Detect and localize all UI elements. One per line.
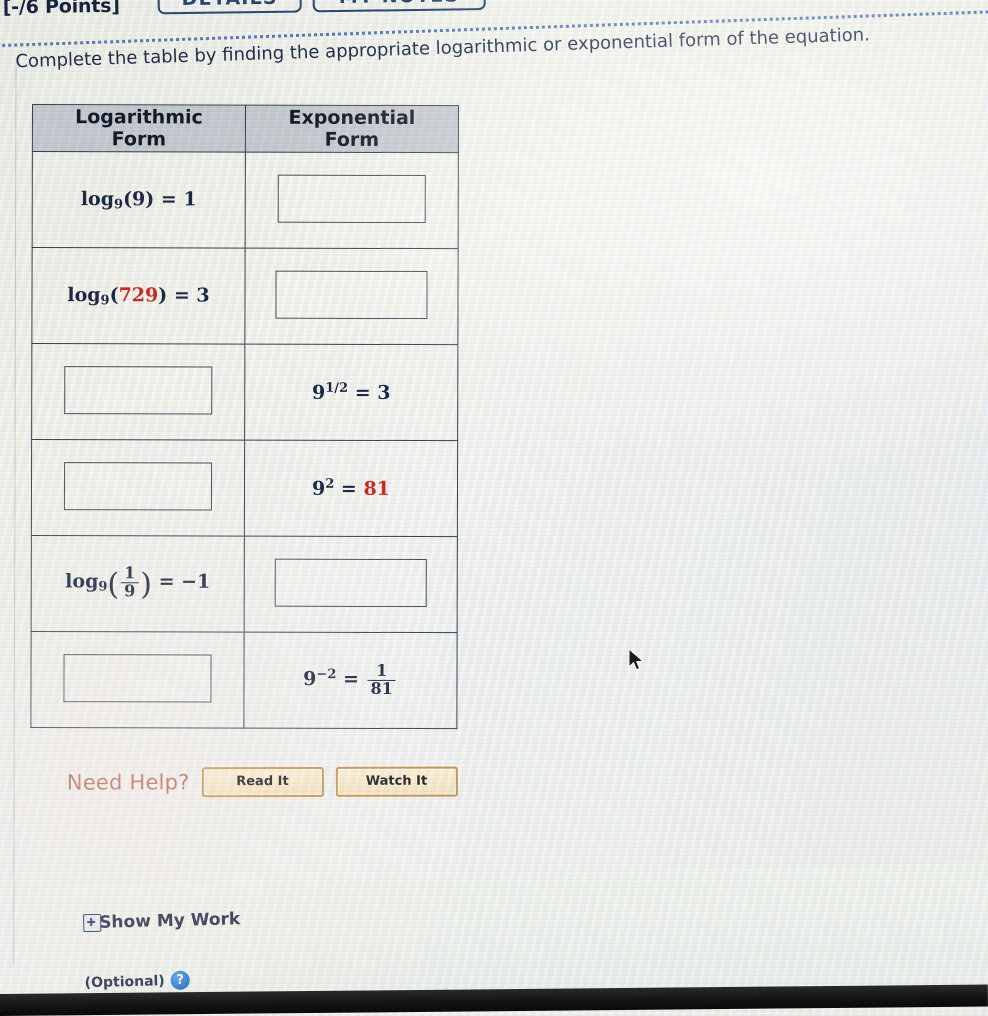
answer-input-logarithmic-3[interactable] [64,365,213,414]
details-button[interactable]: DETAILS [157,0,302,15]
math-expression-9-half: 91/2 = 3 [311,380,391,404]
show-my-work-toggle[interactable]: Show My Work [82,909,241,933]
mouse-cursor [628,647,646,674]
answer-input-logarithmic-6[interactable] [63,653,212,702]
content-left-border [13,66,17,967]
cell-exp-form-5 [244,536,458,633]
answer-input-exponential-2[interactable] [275,270,428,319]
column-header-exponential: Exponential Form [245,105,459,153]
cell-exp-form-3: 91/2 = 3 [244,344,458,441]
cell-log-form-2: log9(729) = 3 [31,247,246,345]
math-expression-9-squared: 92 = 81 [312,476,390,500]
cell-log-form-1: log9(9) = 1 [32,151,246,249]
table-row: log9(1 9) = −1 [31,535,458,633]
table-row: 9−2 = 1 81 [30,631,458,729]
answer-input-exponential-1[interactable] [277,174,426,223]
cell-exp-form-4: 92 = 81 [244,440,458,537]
logarithm-exponential-table: Logarithmic Form Exponential Form log9(9… [30,104,459,729]
cell-log-form-4 [31,439,245,537]
screen-photo: [-/6 Points] DETAILS MY NOTES Complete t… [0,0,988,1016]
table-row: log9(729) = 3 [31,247,459,345]
optional-row: (Optional) ? [84,970,190,993]
table-row: 91/2 = 3 [31,343,458,441]
cell-log-form-5: log9(1 9) = −1 [31,535,245,633]
table-row: log9(9) = 1 [32,151,459,249]
show-my-work-title: Show My Work [98,909,241,933]
answer-input-logarithmic-4[interactable] [63,461,213,510]
math-expression-log-9-729: log9(729) = 3 [67,283,210,308]
cell-exp-form-2 [244,248,459,345]
optional-label: (Optional) [84,972,165,991]
question-mark-help-icon[interactable]: ? [170,970,190,991]
math-expression-log-9-one-ninth: log9(1 9) = −1 [65,563,211,602]
points-label: [-/6 Points] [2,0,120,19]
need-help-label: Need Help? [66,770,190,795]
cell-log-form-3 [31,343,245,441]
cell-exp-form-6: 9−2 = 1 81 [243,632,458,729]
need-help-section: Need Help? Read It Watch It [66,766,458,798]
math-expression-log-9-9: log9(9) = 1 [80,187,197,212]
my-notes-button[interactable]: MY NOTES [312,0,486,13]
cell-exp-form-1 [245,152,459,249]
assignment-page: [-/6 Points] DETAILS MY NOTES Complete t… [0,0,988,1016]
read-it-button[interactable]: Read It [201,766,324,798]
cell-log-form-6 [30,631,245,729]
math-expression-9-neg-two: 9−2 = 1 81 [303,661,398,698]
answer-input-exponential-5[interactable] [274,558,427,607]
expand-plus-icon[interactable] [82,913,102,933]
watch-it-button[interactable]: Watch It [335,766,458,797]
table-header-row: Logarithmic Form Exponential Form [32,104,459,153]
table-row: 92 = 81 [31,439,458,537]
column-header-logarithmic: Logarithmic Form [32,104,246,153]
